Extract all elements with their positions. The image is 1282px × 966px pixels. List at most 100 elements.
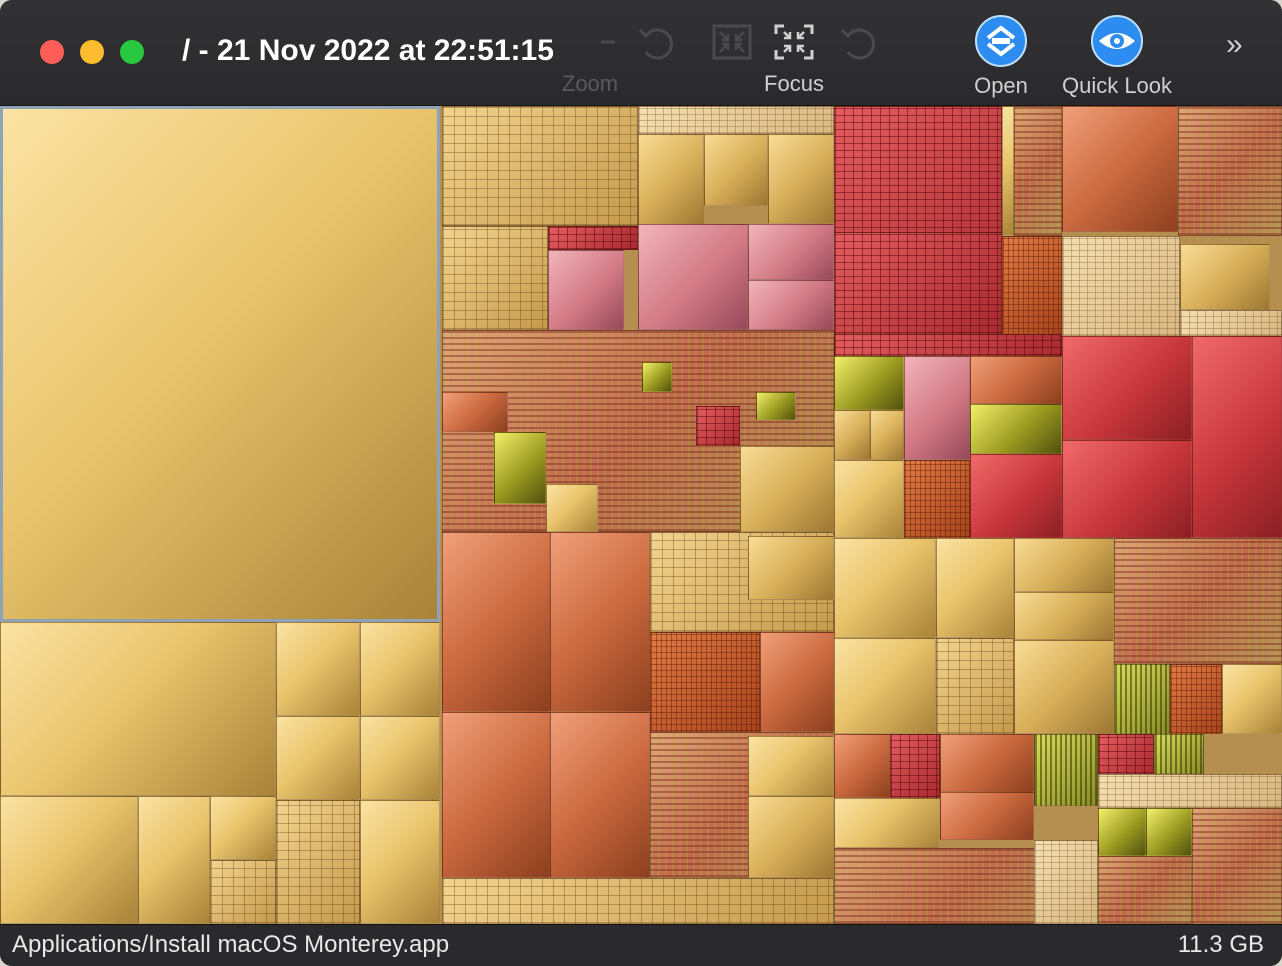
quick-look-button[interactable]: Quick Look: [1056, 14, 1178, 99]
treemap-block[interactable]: [834, 460, 904, 538]
treemap-block[interactable]: [1014, 640, 1114, 734]
treemap-block[interactable]: [1034, 840, 1098, 924]
treemap-block[interactable]: [442, 878, 834, 924]
minimize-button[interactable]: [80, 40, 104, 64]
treemap-block[interactable]: [940, 734, 1034, 792]
treemap-block[interactable]: [1180, 310, 1282, 336]
treemap-block[interactable]: [904, 356, 970, 460]
back-button[interactable]: [632, 18, 680, 71]
treemap-block[interactable]: [748, 280, 834, 330]
treemap-block[interactable]: [210, 860, 276, 924]
toolbar-overflow-button[interactable]: »: [1226, 28, 1243, 62]
focus-label: Focus: [764, 71, 824, 96]
treemap-block[interactable]: [748, 796, 834, 878]
treemap-block[interactable]: [890, 734, 940, 798]
treemap-block[interactable]: [1170, 664, 1222, 734]
treemap-block[interactable]: [1192, 808, 1282, 924]
treemap-block[interactable]: [834, 356, 904, 410]
treemap-block[interactable]: [1002, 236, 1062, 336]
treemap-block[interactable]: [442, 712, 550, 878]
treemap-block[interactable]: [1034, 734, 1098, 806]
treemap-block[interactable]: [642, 362, 672, 392]
treemap-block[interactable]: [1014, 106, 1062, 236]
treemap-block[interactable]: [360, 800, 440, 924]
treemap-block[interactable]: [704, 134, 768, 206]
treemap-block[interactable]: [550, 532, 650, 712]
treemap-block[interactable]: [748, 536, 834, 600]
treemap-block[interactable]: [1014, 592, 1114, 640]
treemap-block[interactable]: [550, 712, 650, 878]
treemap-block[interactable]: [756, 392, 796, 420]
treemap-block[interactable]: [638, 134, 704, 226]
focus-button[interactable]: Focus: [758, 18, 830, 97]
treemap-block[interactable]: [0, 622, 276, 796]
treemap-block[interactable]: [638, 106, 834, 134]
treemap-block[interactable]: [442, 392, 508, 432]
treemap-block[interactable]: [1192, 336, 1282, 538]
treemap-block[interactable]: [1098, 734, 1154, 774]
treemap-block[interactable]: [970, 404, 1062, 454]
treemap-block[interactable]: [638, 224, 748, 330]
treemap-block[interactable]: [970, 356, 1062, 404]
treemap-block[interactable]: [138, 796, 210, 924]
treemap-block[interactable]: [1114, 538, 1282, 664]
close-button[interactable]: [40, 40, 64, 64]
treemap-block[interactable]: [834, 410, 870, 460]
treemap-block[interactable]: [1098, 808, 1146, 856]
treemap-block[interactable]: [870, 410, 904, 460]
treemap-block[interactable]: [1062, 440, 1192, 538]
treemap-block[interactable]: [276, 800, 360, 924]
treemap-block[interactable]: [940, 792, 1034, 840]
treemap-block[interactable]: [834, 638, 936, 734]
treemap-block[interactable]: [360, 622, 440, 716]
treemap-block[interactable]: [1014, 538, 1114, 592]
treemap-block[interactable]: [936, 638, 1014, 734]
treemap-block[interactable]: [834, 734, 890, 798]
treemap-block[interactable]: [834, 232, 1002, 334]
treemap-block[interactable]: [834, 334, 1062, 356]
treemap-block[interactable]: [1146, 808, 1192, 856]
treemap-block[interactable]: [1178, 106, 1282, 236]
treemap-block[interactable]: [1180, 244, 1270, 310]
treemap-block[interactable]: [696, 406, 740, 446]
collapse-button[interactable]: [708, 18, 756, 71]
treemap-block[interactable]: [548, 226, 638, 250]
treemap-block[interactable]: [546, 484, 598, 532]
treemap-block[interactable]: [834, 538, 936, 638]
treemap-block[interactable]: [1062, 336, 1192, 440]
treemap-block[interactable]: [650, 632, 760, 732]
treemap-block[interactable]: [1062, 236, 1180, 336]
treemap-block[interactable]: [768, 134, 834, 224]
treemap-block-selected[interactable]: [0, 106, 440, 622]
treemap-block[interactable]: [740, 446, 834, 532]
treemap-block[interactable]: [210, 796, 276, 860]
forward-button[interactable]: [834, 18, 882, 71]
treemap-block[interactable]: [442, 532, 550, 712]
treemap-block[interactable]: [1002, 106, 1014, 236]
treemap-block[interactable]: [904, 460, 970, 538]
treemap-block[interactable]: [442, 106, 638, 226]
treemap-block[interactable]: [1098, 774, 1282, 808]
treemap-block[interactable]: [936, 538, 1014, 638]
treemap[interactable]: [0, 106, 1282, 924]
treemap-block[interactable]: [276, 622, 360, 716]
treemap-block[interactable]: [834, 798, 940, 848]
treemap-block[interactable]: [1062, 106, 1178, 232]
treemap-block[interactable]: [760, 632, 834, 732]
treemap-block[interactable]: [1098, 856, 1192, 924]
zoom-out-button[interactable]: Zoom: [560, 18, 630, 97]
treemap-block[interactable]: [442, 226, 548, 330]
treemap-block[interactable]: [0, 796, 138, 924]
treemap-block[interactable]: [1114, 664, 1170, 734]
open-button[interactable]: Open: [966, 14, 1036, 99]
treemap-block[interactable]: [494, 432, 546, 504]
treemap-block[interactable]: [360, 716, 440, 800]
treemap-block[interactable]: [1154, 734, 1204, 774]
treemap-block[interactable]: [548, 250, 624, 330]
treemap-block[interactable]: [748, 224, 834, 280]
treemap-block[interactable]: [276, 716, 360, 800]
treemap-block[interactable]: [748, 736, 834, 796]
treemap-block[interactable]: [970, 454, 1062, 538]
treemap-block[interactable]: [1222, 664, 1282, 734]
fullscreen-button[interactable]: [120, 40, 144, 64]
